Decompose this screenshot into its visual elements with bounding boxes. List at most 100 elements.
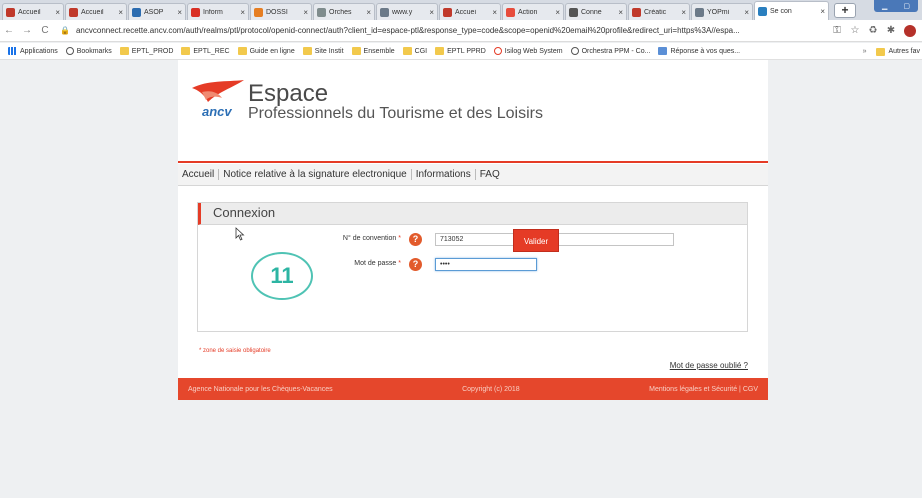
page-footer: Agence Nationale pour les Chèques-Vacanc… (178, 378, 768, 400)
jira-favicon (132, 7, 141, 17)
browser-tab[interactable]: DOSSI × (250, 3, 312, 20)
browser-tab-label: Accuei (455, 8, 477, 16)
bookmark-item[interactable]: Orchestra PPM - Co... (570, 47, 651, 55)
puzzle-icon[interactable]: ✱ (882, 25, 900, 36)
main-navigation: Accueil Notice relative à la signature e… (178, 164, 768, 186)
close-tab-icon[interactable]: × (55, 8, 60, 17)
bookmark-label: Réponse à vos ques... (670, 47, 741, 55)
ancv-logo-text: ancv (202, 104, 232, 119)
bookmark-label: Bookmarks (76, 47, 112, 55)
browser-tab[interactable]: Accueil × (2, 3, 64, 20)
bookmark-item[interactable]: EPTL PPRD (435, 47, 486, 55)
close-tab-icon[interactable]: × (303, 8, 308, 17)
footer-agency: Agence Nationale pour les Chèques-Vacanc… (188, 385, 333, 393)
tourism-favicon (443, 7, 452, 17)
close-tab-icon[interactable]: × (366, 8, 371, 17)
nav-faq[interactable]: FAQ (476, 169, 504, 180)
browser-tab[interactable]: Inform × (187, 3, 249, 20)
close-tab-icon[interactable]: × (618, 8, 623, 17)
convention-help-icon[interactable]: ? (409, 233, 422, 246)
folder-icon (876, 47, 886, 56)
key-icon[interactable]: ⚿ (828, 25, 846, 36)
close-tab-icon[interactable]: × (118, 8, 123, 17)
browser-tab-label: Action (518, 8, 538, 16)
close-tab-icon[interactable]: × (177, 8, 182, 17)
nav-notice-signature[interactable]: Notice relative à la signature electroni… (219, 169, 412, 180)
close-tab-icon[interactable]: × (492, 8, 497, 17)
browser-tab[interactable]: www.y × (376, 3, 438, 20)
forward-icon[interactable]: → (18, 25, 36, 36)
browser-tab-label: Se con (770, 7, 792, 15)
bookmarks-overflow: » Autres fav (856, 43, 922, 59)
bookmark-item[interactable]: CGI (402, 47, 428, 55)
browser-tab[interactable]: Se con × (754, 1, 829, 20)
browser-tab-label: Orches (329, 8, 352, 16)
required-note: * zone de saisie obligatoire (199, 348, 271, 354)
bookmark-item[interactable]: Site Instit (302, 47, 344, 55)
bookmark-item[interactable]: Guide en ligne (237, 47, 295, 55)
browser-tab[interactable]: Action × (502, 3, 564, 20)
password-help-icon[interactable]: ? (409, 258, 422, 271)
bookmark-label: EPTL_REC (193, 47, 230, 55)
ancv-favicon (758, 6, 767, 16)
reload-icon[interactable]: C (36, 25, 54, 36)
bookmark-item[interactable]: Applications (8, 47, 58, 55)
extension-icon[interactable]: ♻ (864, 25, 882, 36)
bookmark-item[interactable]: Isilog Web System (493, 47, 563, 55)
folder-icon (181, 47, 191, 55)
footer-legal-link[interactable]: Mentions légales et Sécurité | CGV (649, 386, 758, 393)
site-title: Espace (248, 80, 329, 107)
close-tab-icon[interactable]: × (744, 8, 749, 17)
profile-avatar[interactable] (904, 24, 916, 37)
window-controls[interactable]: ▁ ▢ (874, 0, 918, 12)
nav-accueil[interactable]: Accueil (178, 169, 220, 180)
browser-tab[interactable]: Orches × (313, 3, 375, 20)
valider-button[interactable]: Valider (513, 229, 559, 252)
login-heading: Connexion (213, 205, 276, 220)
password-input[interactable]: •••• (435, 258, 537, 271)
close-tab-icon[interactable]: × (240, 8, 245, 17)
gmail-favicon (191, 7, 200, 17)
circle-favicon (317, 7, 326, 17)
address-bar[interactable]: 🔒 ancvconnect.recette.ancv.com/auth/real… (60, 26, 822, 35)
bookmarks-other[interactable]: Autres fav (888, 48, 920, 55)
tourism-favicon (632, 7, 641, 17)
browser-tab[interactable]: Accuei × (439, 3, 501, 20)
circle-icon (570, 47, 579, 55)
bookmark-label: Orchestra PPM - Co... (581, 47, 651, 55)
bookmark-item[interactable]: EPTL_PROD (119, 47, 173, 55)
minimize-icon[interactable]: ▁ (882, 2, 887, 10)
bookmark-item[interactable]: Réponse à vos ques... (658, 47, 740, 55)
back-icon[interactable]: ← (0, 25, 18, 36)
password-label: Mot de passe * (354, 260, 401, 267)
browser-tab[interactable]: ASOP × (128, 3, 186, 20)
bookmark-label: CGI (414, 47, 428, 55)
browser-tab[interactable]: Accueil × (65, 3, 127, 20)
browser-tab[interactable]: YOPmi × (691, 3, 753, 20)
browser-tab[interactable]: Créatic × (628, 3, 690, 20)
close-tab-icon[interactable]: × (555, 8, 560, 17)
bookmark-item[interactable]: EPTL_REC (181, 47, 230, 55)
forgot-password-link[interactable]: Mot de passe oublié ? (670, 361, 748, 370)
new-tab-button[interactable]: + (834, 3, 856, 18)
browser-tab-label: Accueil (18, 8, 41, 16)
header-divider (178, 161, 768, 163)
close-tab-icon[interactable]: × (429, 8, 434, 17)
close-tab-icon[interactable]: × (820, 7, 825, 16)
isilog-icon (493, 47, 502, 55)
bookmark-item[interactable]: Ensemble (351, 47, 395, 55)
login-panel-header: Connexion (198, 203, 747, 225)
browser-tab-label: YOPmi (707, 8, 730, 16)
bookmark-item[interactable]: Bookmarks (65, 47, 112, 55)
action-favicon (506, 7, 515, 17)
nav-informations[interactable]: Informations (412, 169, 476, 180)
star-icon[interactable]: ☆ (846, 25, 864, 36)
browser-tab-label: www.y (392, 8, 413, 16)
close-tab-icon[interactable]: × (681, 8, 686, 17)
maximize-icon[interactable]: ▢ (903, 2, 910, 10)
bookmark-label: Guide en ligne (249, 47, 295, 55)
bookmarks-more-button[interactable]: » (863, 48, 867, 55)
globe-icon (65, 47, 74, 55)
browser-tab[interactable]: Conne × (565, 3, 627, 20)
browser-tab-label: ASOP (144, 8, 164, 16)
